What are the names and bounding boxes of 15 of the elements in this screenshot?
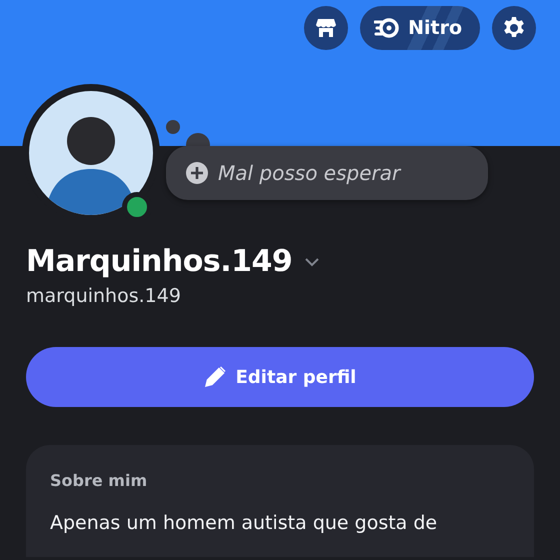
nitro-button[interactable]: Nitro: [360, 6, 480, 50]
shop-button[interactable]: [304, 6, 348, 50]
nitro-icon: [374, 18, 400, 38]
display-name: Marquinhos.149: [26, 244, 292, 279]
settings-button[interactable]: [492, 6, 536, 50]
chevron-down-icon[interactable]: [304, 256, 320, 266]
shop-icon: [315, 17, 338, 39]
custom-status-field[interactable]: Mal posso esperar: [166, 146, 488, 200]
edit-profile-button[interactable]: Editar perfil: [26, 347, 534, 407]
settings-icon: [502, 16, 526, 40]
add-icon: [186, 162, 208, 184]
pencil-icon: [204, 366, 226, 388]
bio-text: Apenas um homem autista que gosta de: [50, 512, 438, 534]
section-heading: Sobre mim: [50, 471, 148, 490]
username: marquinhos.149: [26, 285, 182, 307]
